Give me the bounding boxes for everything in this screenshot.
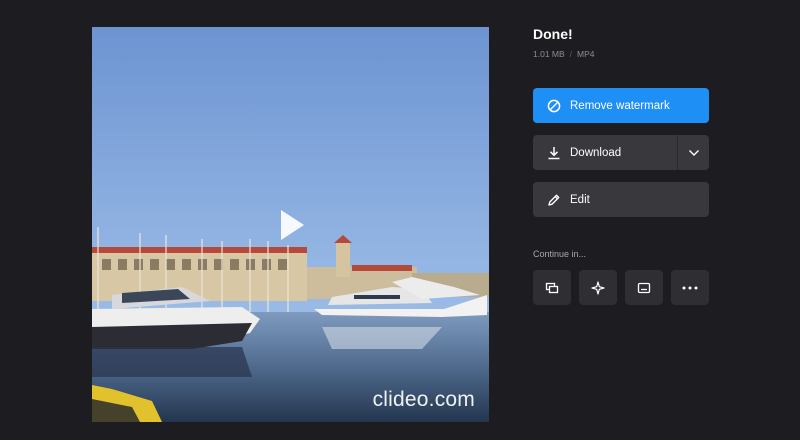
watermark: clideo.com xyxy=(372,388,475,411)
subtitles-icon xyxy=(637,282,651,293)
chevron-down-icon xyxy=(688,149,699,156)
remove-watermark-label: Remove watermark xyxy=(570,99,670,112)
video-preview[interactable]: clideo.com xyxy=(92,27,489,422)
layers-icon xyxy=(545,282,559,293)
download-button[interactable]: Download xyxy=(533,135,677,170)
continue-in-label: Continue in... xyxy=(533,249,587,259)
download-label: Download xyxy=(570,146,622,159)
subtitles-tool-button[interactable] xyxy=(625,270,663,305)
download-button-group: Download xyxy=(533,135,709,170)
page-title: Done! xyxy=(533,26,573,42)
more-tools-button[interactable] xyxy=(671,270,709,305)
download-icon xyxy=(546,145,562,161)
file-info: 1.01 MB / MP4 xyxy=(533,49,711,59)
file-format: MP4 xyxy=(577,49,595,59)
download-options-button[interactable] xyxy=(677,135,709,170)
edit-label: Edit xyxy=(570,193,590,206)
file-size: 1.01 MB xyxy=(533,49,565,59)
remove-watermark-button[interactable]: Remove watermark xyxy=(533,88,709,123)
sparkle-tool-button[interactable] xyxy=(579,270,617,305)
result-panel: Done! 1.01 MB / MP4 Remove watermark Dow… xyxy=(533,26,711,305)
more-icon xyxy=(682,286,698,289)
no-entry-icon xyxy=(546,98,562,114)
play-icon xyxy=(281,210,304,240)
layers-tool-button[interactable] xyxy=(533,270,571,305)
edit-button[interactable]: Edit xyxy=(533,182,709,217)
pencil-icon xyxy=(546,192,562,208)
play-button[interactable] xyxy=(274,207,310,243)
continue-tools xyxy=(533,270,709,305)
file-info-separator: / xyxy=(569,49,573,59)
sparkle-icon xyxy=(591,280,605,295)
